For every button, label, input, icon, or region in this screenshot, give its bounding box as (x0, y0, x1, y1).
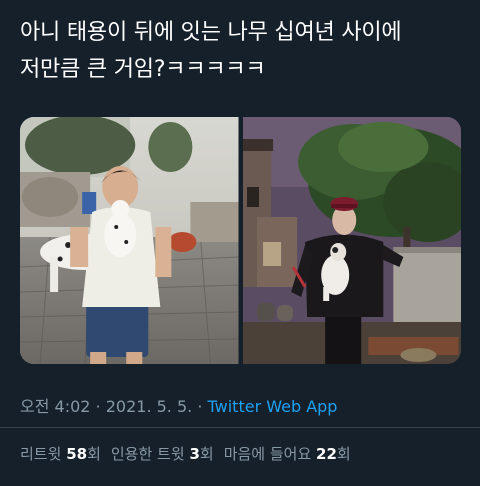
retweets-label: 리트윗 (20, 445, 62, 463)
retweets-stat[interactable]: 리트윗 58회 (20, 443, 101, 464)
tweet-text-line-2: 저만큼 큰 거임?ㅋㅋㅋㅋㅋ (20, 57, 266, 82)
tweet-time: 오전 4:02 (20, 397, 91, 416)
tweet-text: 아니 태용이 뒤에 잇는 나무 십여년 사이에 저만큼 큰 거임?ㅋㅋㅋㅋㅋ (20, 14, 468, 88)
tweet-text-line-1: 아니 태용이 뒤에 잇는 나무 십여년 사이에 (20, 20, 402, 45)
meta-separator-2: · (192, 397, 208, 416)
photo-childhood[interactable] (20, 117, 239, 364)
likes-stat[interactable]: 마음에 들어요 22회 (224, 443, 351, 464)
likes-label: 마음에 들어요 (223, 445, 312, 463)
photo-recent-image (242, 117, 461, 364)
divider (0, 427, 480, 428)
likes-count: 22 (316, 445, 337, 463)
tweet-meta: 오전 4:02 · 2021. 5. 5. · Twitter Web App (20, 393, 337, 417)
photo-recent[interactable] (242, 117, 461, 364)
tweet-source-link[interactable]: Twitter Web App (208, 397, 338, 416)
retweets-count: 58 (66, 445, 88, 463)
retweets-unit: 회 (87, 445, 101, 463)
tweet-media[interactable] (20, 117, 461, 364)
photo-childhood-image (20, 117, 239, 364)
likes-unit: 회 (336, 445, 351, 463)
tweet-stats: 리트윗 58회 인용한 트윗 3회 마음에 들어요 22회 (20, 443, 361, 464)
quotes-count: 3 (189, 445, 200, 463)
meta-separator-1: · (90, 397, 106, 416)
quotes-stat[interactable]: 인용한 트윗 3회 (111, 443, 214, 464)
quotes-label: 인용한 트윗 (110, 445, 185, 463)
quotes-unit: 회 (199, 445, 214, 463)
tweet-date[interactable]: 2021. 5. 5. (106, 397, 193, 416)
